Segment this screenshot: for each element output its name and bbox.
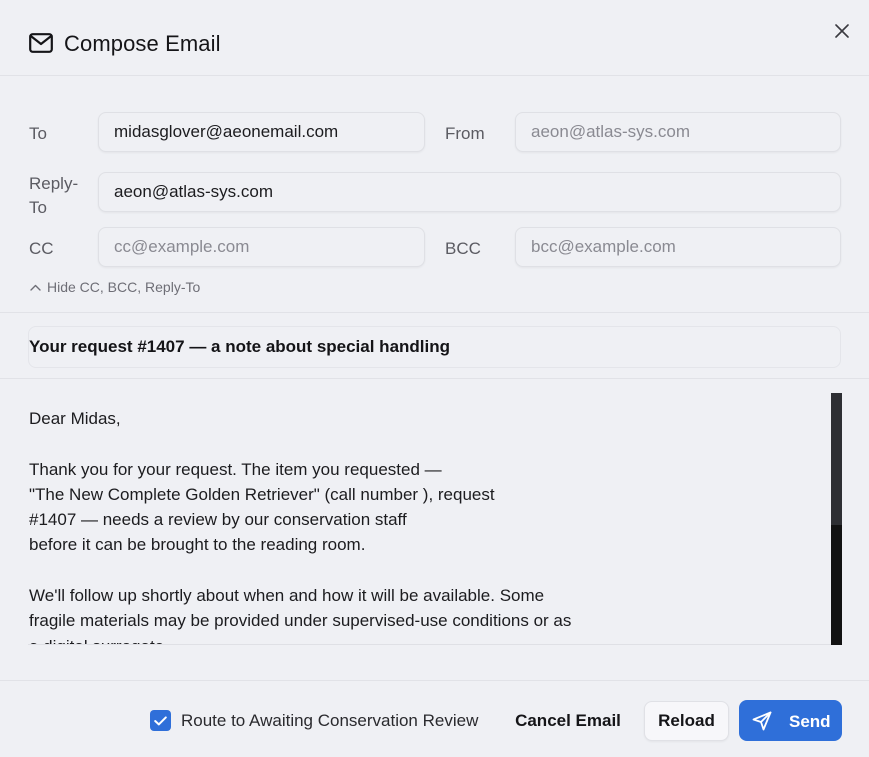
reply-to-label: Reply- To [29,174,79,217]
section-divider [0,378,869,379]
to-label: To [29,124,47,143]
close-button[interactable] [830,19,854,43]
message-body[interactable]: Dear Midas, Thank you for your request. … [28,393,842,645]
cc-label: CC [29,239,54,258]
chevron-up-icon [30,284,41,291]
route-conservation-label[interactable]: Route to Awaiting Conservation Review [181,711,478,731]
reply-to-input[interactable] [98,172,841,212]
from-label: From [445,124,485,143]
paper-plane-icon [752,711,772,731]
body-scrollbar[interactable] [831,393,842,645]
footer-divider [0,680,869,681]
close-icon [835,24,849,38]
dialog-header: Compose Email [0,0,869,76]
body-scrollbar-thumb[interactable] [831,393,842,525]
send-label: Send [789,712,831,731]
cc-input[interactable] [98,227,425,267]
subject-input[interactable] [28,326,841,368]
dialog-title: Compose Email [64,31,221,56]
reload-button[interactable]: Reload [644,701,729,741]
route-conservation-checkbox[interactable] [150,710,171,731]
hide-cc-bcc-toggle[interactable]: Hide CC, BCC, Reply-To [30,279,200,295]
bcc-input[interactable] [515,227,841,267]
to-input[interactable] [98,112,425,152]
message-body-text: Dear Midas, Thank you for your request. … [29,409,572,644]
from-input[interactable] [515,112,841,152]
section-divider [0,312,869,313]
check-icon [154,715,167,725]
cancel-email-button[interactable]: Cancel Email [508,703,628,739]
mail-icon [29,33,53,53]
bcc-label: BCC [445,239,481,258]
send-button[interactable]: Send [739,700,842,741]
hide-cc-bcc-label: Hide CC, BCC, Reply-To [47,279,201,295]
